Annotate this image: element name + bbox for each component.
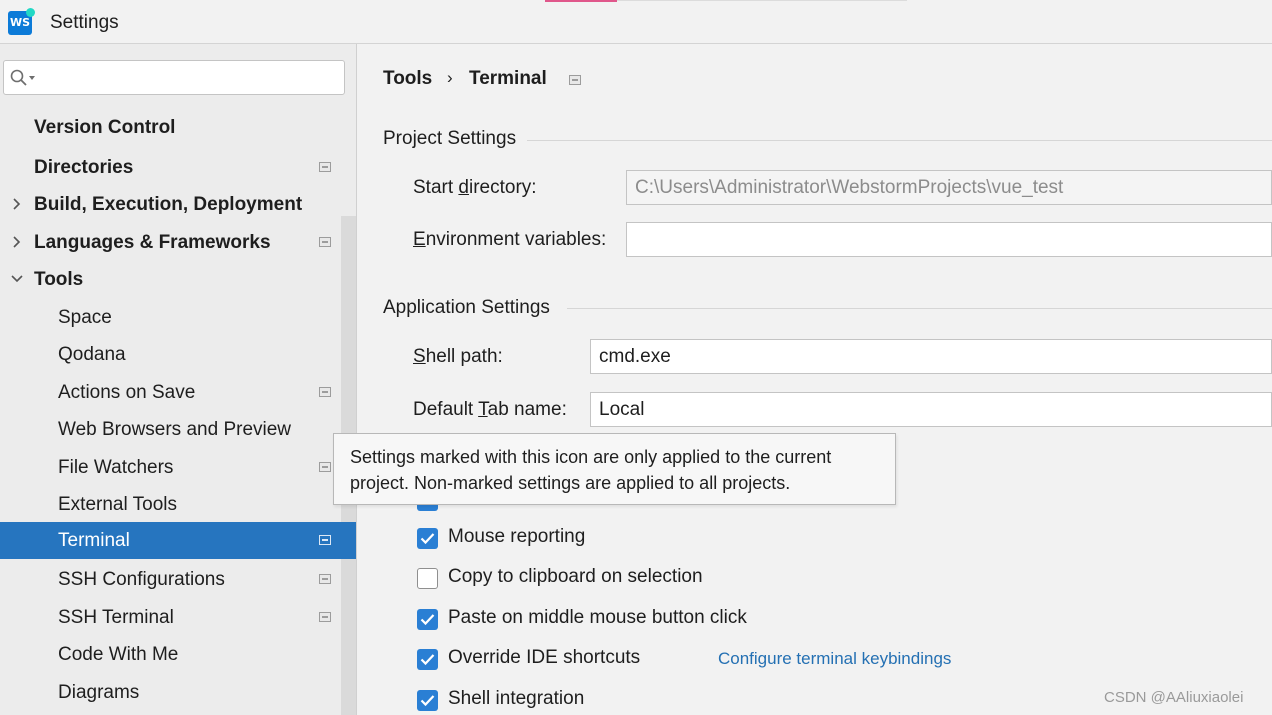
sidebar-item-terminal[interactable]: Terminal	[0, 522, 356, 559]
default-tab-name-label: Default Tab name:	[413, 399, 567, 420]
breadcrumb-current: Terminal	[469, 68, 547, 89]
sidebar-item-ssh-configurations[interactable]: SSH Configurations	[0, 561, 356, 598]
project-level-icon	[319, 612, 331, 622]
sidebar-item-ssh-terminal[interactable]: SSH Terminal	[0, 599, 356, 636]
sidebar-item-label: File Watchers	[58, 457, 174, 478]
environment-variables-field[interactable]	[626, 222, 1272, 257]
sidebar-item-label: Web Browsers and Preview	[58, 419, 292, 440]
settings-content: Tools › Terminal Project Settings Start …	[357, 44, 1272, 715]
project-level-icon	[319, 237, 331, 247]
shell-path-field[interactable]: cmd.exe	[590, 339, 1272, 374]
breadcrumb-separator: ›	[447, 68, 453, 87]
sidebar-item-qodana[interactable]: Qodana	[0, 336, 356, 373]
project-level-icon	[319, 387, 331, 397]
chevron-right-icon[interactable]	[10, 197, 24, 211]
copy-to-clipboard-on-selection-option: Copy to clipboard on selection	[417, 566, 1117, 592]
project-level-icon[interactable]	[569, 75, 581, 85]
sidebar-item-label: Directories	[34, 157, 134, 178]
checkbox-label[interactable]: Copy to clipboard on selection	[448, 566, 703, 588]
checkbox-label[interactable]: Mouse reporting	[448, 526, 585, 548]
default-tab-name-field[interactable]: Local	[590, 392, 1272, 427]
sidebar-item-directories[interactable]: Directories	[0, 149, 356, 186]
sidebar-item-tools[interactable]: Tools	[0, 261, 356, 298]
start-directory-field[interactable]: C:\Users\Administrator\WebstormProjects\…	[626, 170, 1272, 205]
sidebar-item-label: Code With Me	[58, 644, 179, 665]
environment-variables-label: Environment variables:	[413, 229, 607, 250]
project-level-icon	[319, 535, 331, 545]
settings-search[interactable]	[3, 60, 345, 95]
paste-on-middle-mouse-button-click-checkbox[interactable]	[417, 609, 438, 630]
search-input[interactable]	[40, 65, 340, 92]
copy-to-clipboard-on-selection-checkbox[interactable]	[417, 568, 438, 589]
search-icon	[10, 69, 35, 86]
override-ide-shortcuts-option: Override IDE shortcuts Configure terminal…	[417, 647, 1117, 673]
title-accent-line	[545, 0, 617, 2]
chevron-right-icon[interactable]	[10, 235, 24, 249]
project-settings-title: Project Settings	[383, 128, 517, 149]
section-divider	[567, 308, 1272, 309]
sidebar-item-external-tools[interactable]: External Tools	[0, 486, 356, 523]
shell-path-label: Shell path:	[413, 346, 503, 367]
sidebar-item-label: Diagrams	[58, 682, 140, 703]
sidebar-item-diagrams[interactable]: Diagrams	[0, 674, 356, 711]
sidebar-item-label: Qodana	[58, 344, 126, 365]
shell-integration-option: Shell integration	[417, 688, 1117, 714]
sidebar-item-space[interactable]: Space	[0, 299, 356, 336]
application-settings-title: Application Settings	[383, 297, 550, 318]
sidebar-item-label: Actions on Save	[58, 382, 196, 403]
checkbox-label[interactable]: Override IDE shortcuts	[448, 647, 640, 669]
project-level-icon	[319, 162, 331, 172]
sidebar-item-label: Version Control	[34, 117, 176, 138]
checkmark-icon	[420, 695, 435, 707]
configure-terminal-keybindings-link[interactable]: Configure terminal keybindings	[718, 649, 951, 669]
sidebar-item-label: Space	[58, 307, 112, 328]
checkmark-icon	[420, 654, 435, 666]
webstorm-logo-icon: WS	[8, 8, 35, 35]
breadcrumb-parent[interactable]: Tools	[383, 68, 432, 90]
checkmark-icon	[420, 614, 435, 626]
checkbox-label[interactable]: Shell integration	[448, 688, 584, 710]
sidebar-item-code-with-me[interactable]: Code With Me	[0, 636, 356, 673]
start-directory-label: Start directory:	[413, 177, 537, 198]
project-level-icon	[319, 574, 331, 584]
sidebar-item-version-control[interactable]: Version Control	[0, 109, 356, 146]
sidebar-item-actions-on-save[interactable]: Actions on Save	[0, 374, 356, 411]
watermark: CSDN @AAliuxiaolei	[1104, 689, 1244, 706]
sidebar-item-label: Tools	[34, 269, 84, 290]
checkmark-icon	[420, 533, 435, 545]
sidebar-item-languages-frameworks[interactable]: Languages & Frameworks	[0, 224, 356, 261]
chevron-down-icon[interactable]	[10, 272, 24, 286]
tooltip-line-1: Settings marked with this icon are only …	[350, 447, 832, 467]
override-ide-shortcuts-checkbox[interactable]	[417, 649, 438, 670]
sidebar-item-label: Build, Execution, Deployment	[34, 194, 303, 215]
paste-on-middle-mouse-button-click-option: Paste on middle mouse button click	[417, 607, 1117, 633]
window-title: Settings	[50, 12, 119, 33]
sidebar-item-label: External Tools	[58, 494, 177, 515]
title-divider-line	[617, 0, 907, 1]
sidebar-item-web-browsers-and-preview[interactable]: Web Browsers and Preview	[0, 411, 356, 448]
sidebar-item-label: Languages & Frameworks	[34, 232, 271, 253]
mouse-reporting-option: Mouse reporting	[417, 526, 1117, 552]
shell-integration-checkbox[interactable]	[417, 690, 438, 711]
project-level-icon	[319, 462, 331, 472]
title-bar: WS Settings	[0, 0, 1272, 44]
sidebar-item-label: SSH Terminal	[58, 607, 174, 628]
sidebar-item-label: SSH Configurations	[58, 569, 225, 590]
section-divider	[527, 140, 1272, 141]
sidebar-item-file-watchers[interactable]: File Watchers	[0, 449, 356, 486]
mouse-reporting-checkbox[interactable]	[417, 528, 438, 549]
checkbox-label[interactable]: Paste on middle mouse button click	[448, 607, 747, 629]
settings-sidebar: Version Control Directories Build, Executi…	[0, 44, 357, 715]
sidebar-item-build-execution-deployment[interactable]: Build, Execution, Deployment	[0, 186, 356, 223]
sidebar-item-label: Terminal	[58, 530, 130, 551]
tooltip-line-2: project. Non-marked settings are applied…	[350, 473, 791, 493]
project-icon-tooltip: Settings marked with this icon are only …	[333, 433, 896, 505]
